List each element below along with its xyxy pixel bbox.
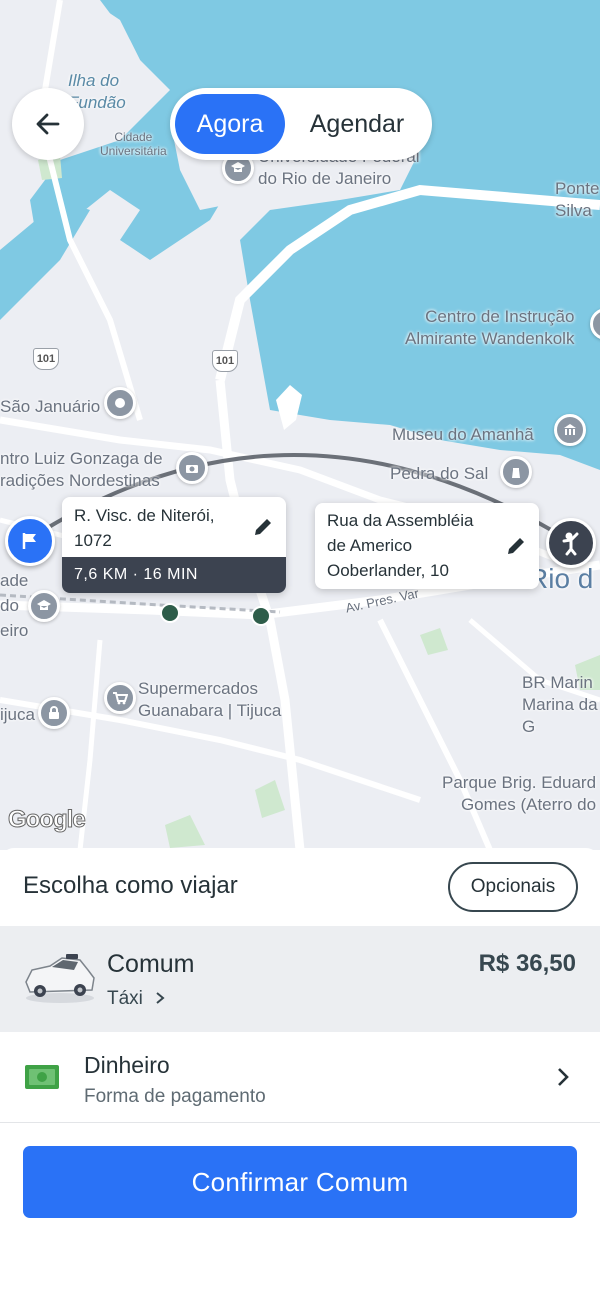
pencil-icon[interactable] [252, 516, 274, 538]
chevron-right-icon [156, 992, 165, 1004]
ride-category[interactable]: Táxi [107, 988, 166, 1010]
landmark-icon[interactable] [500, 456, 532, 488]
label-supermercados: Supermercados Guanabara | Tijuca [138, 679, 282, 720]
shopping-cart-icon[interactable] [104, 682, 136, 714]
label-cidade-universitaria: Cidade Universitária [100, 130, 167, 158]
train-station-icon[interactable] [160, 603, 180, 623]
mode-schedule-option[interactable]: Agendar [292, 94, 422, 154]
back-button[interactable] [12, 88, 84, 160]
label-ponte: Ponte Silva [555, 179, 600, 220]
label-tijuca: ijuca [0, 705, 35, 724]
origin-pin[interactable] [5, 516, 55, 566]
payment-method-label: Forma de pagamento [84, 1086, 266, 1107]
water-channel [0, 200, 90, 320]
arrow-left-icon [36, 113, 60, 135]
label-centro-instrucao: Centro de Instrução Almirante Wandenkolk [405, 307, 575, 348]
ride-price: R$ 36,50 [478, 950, 576, 977]
cash-icon [25, 1065, 59, 1089]
stadium-icon[interactable] [104, 387, 136, 419]
ride-category-label: Táxi [107, 988, 143, 1009]
destination-address: Rua da Assembléia de Americo Ooberlander… [327, 511, 474, 580]
flag-icon [22, 533, 36, 549]
label-luiz-gonzaga: ntro Luiz Gonzaga de radições Nordestina… [0, 449, 163, 490]
sheet-title: Escolha como viajar [23, 872, 238, 899]
payment-method-name: Dinheiro [84, 1052, 170, 1078]
label-museu-amanha: Museu do Amanhã [392, 425, 534, 444]
label-parque: Parque Brig. Eduard Gomes (Aterro do [442, 773, 597, 814]
google-logo: Google [8, 806, 87, 834]
school-icon[interactable] [28, 590, 60, 622]
origin-address-card[interactable]: R. Visc. de Niterói, 1072 7,6 KM · 16 MI… [62, 497, 286, 593]
route-eta: 7,6 KM · 16 MIN [62, 557, 286, 593]
museum-icon[interactable] [554, 414, 586, 446]
ride-selection-sheet: Escolha como viajar Opcionais Comum Táxi… [0, 848, 600, 1300]
route-shield-101: 101 [33, 348, 59, 370]
options-button[interactable]: Opcionais [448, 862, 578, 912]
label-pedra-sal: Pedra do Sal [390, 464, 489, 483]
destination-pin[interactable] [546, 518, 596, 568]
train-station-icon[interactable] [251, 606, 271, 626]
time-mode-toggle[interactable]: Agora Agendar [170, 88, 432, 160]
mode-now-option[interactable]: Agora [175, 94, 285, 154]
label-sao-januario: São Januário [0, 397, 101, 416]
confirm-ride-button[interactable]: Confirmar Comum [23, 1146, 577, 1218]
route-shield-101: 101 [212, 350, 238, 372]
ride-option-comum[interactable]: Comum Táxi R$ 36,50 [0, 926, 600, 1032]
origin-address: R. Visc. de Niterói, 1072 [74, 506, 215, 550]
ride-name: Comum [107, 950, 195, 978]
chevron-right-icon [558, 1068, 569, 1086]
label-ade: ade do eiro [0, 571, 29, 640]
person-waving-icon [562, 532, 579, 556]
destination-address-card[interactable]: Rua da Assembléia de Americo Ooberlander… [315, 503, 539, 589]
label-br-marina: BR Marin Marina da G [522, 673, 598, 736]
camera-icon[interactable] [176, 452, 208, 484]
taxi-car-icon [25, 954, 95, 1003]
pencil-icon[interactable] [505, 535, 527, 557]
lock-icon[interactable] [38, 697, 70, 729]
payment-method-row[interactable]: Dinheiro Forma de pagamento [0, 1032, 600, 1123]
